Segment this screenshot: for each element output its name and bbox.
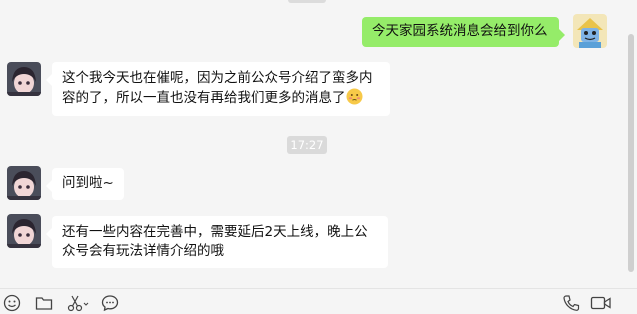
contact-avatar[interactable]	[7, 214, 41, 248]
input-toolbar	[0, 288, 637, 314]
contact-avatar[interactable]	[7, 62, 41, 96]
chat-area: 今天家园系统消息会给到你么 这个我今天也在催呢，因为之前公众号介绍了蛮多内容的了…	[0, 0, 624, 288]
message-text: 这个我今天也在催呢，因为之前公众号介绍了蛮多内容的了，所以一直也没有再给我们更多…	[62, 70, 373, 106]
message-text: 今天家园系统消息会给到你么	[372, 23, 548, 39]
scissors-icon[interactable]	[66, 293, 90, 313]
emoji-icon[interactable]	[2, 293, 22, 313]
previous-message-edge	[288, 0, 326, 3]
video-call-icon[interactable]	[589, 293, 613, 313]
scrollbar-thumb[interactable]	[628, 34, 634, 272]
message-text: 还有一些内容在完善中，需要延后2天上线，晚上公众号会有玩法详情介绍的哦	[62, 224, 368, 259]
folder-icon[interactable]	[34, 293, 54, 313]
embarrassed-face-icon	[346, 88, 363, 105]
message-text: 问到啦~	[62, 175, 114, 191]
contact-avatar[interactable]	[7, 166, 41, 200]
incoming-message-bubble[interactable]: 这个我今天也在催呢，因为之前公众号介绍了蛮多内容的了，所以一直也没有再给我们更多…	[46, 62, 390, 116]
outgoing-message-bubble[interactable]: 今天家园系统消息会给到你么	[362, 17, 565, 47]
incoming-message-bubble[interactable]: 还有一些内容在完善中，需要延后2天上线，晚上公众号会有玩法详情介绍的哦	[46, 216, 388, 268]
self-avatar[interactable]	[573, 14, 607, 48]
timestamp-label: 17:27	[287, 136, 327, 154]
chat-scrollbar[interactable]	[624, 0, 637, 288]
chat-history-icon[interactable]	[100, 293, 120, 313]
incoming-message-bubble[interactable]: 问到啦~	[46, 168, 124, 200]
phone-icon[interactable]	[561, 293, 581, 313]
